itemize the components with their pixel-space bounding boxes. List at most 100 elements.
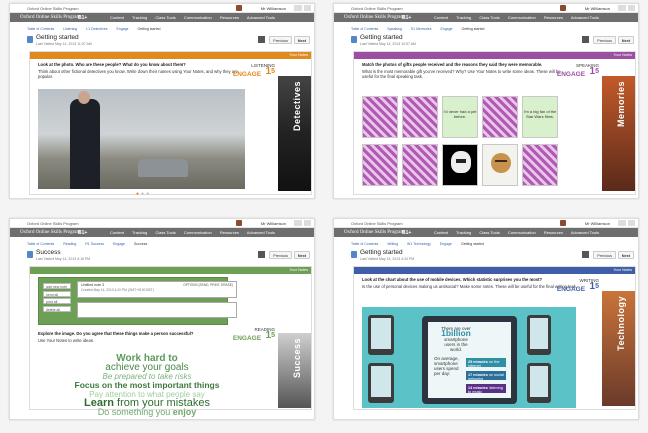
logout-icon[interactable] bbox=[628, 220, 635, 226]
your-notes-button[interactable]: Your Notes bbox=[613, 268, 632, 272]
nav-item-class-tools[interactable]: Class Tools bbox=[479, 15, 499, 20]
nav-item-communication[interactable]: Communication bbox=[508, 230, 536, 235]
nav-item-advanced-tools[interactable]: Advanced Tools bbox=[571, 15, 599, 20]
logout-icon[interactable] bbox=[304, 5, 311, 11]
memory-card[interactable] bbox=[362, 144, 398, 186]
user-name[interactable]: Mr Williamson bbox=[261, 6, 286, 11]
logout-icon[interactable] bbox=[628, 5, 635, 11]
next-button[interactable]: Next bbox=[617, 36, 634, 44]
user-name[interactable]: Mr Williamson bbox=[585, 6, 610, 11]
previous-button[interactable]: Previous bbox=[593, 251, 616, 259]
notebook-icon[interactable] bbox=[582, 251, 589, 258]
brand-name[interactable]: Oxford Online Skills Program bbox=[20, 15, 80, 20]
nav-item-resources[interactable]: Resources bbox=[544, 15, 563, 20]
note-header[interactable]: Untitled note 3 OPTIONS (SEND, PRINT, ERA… bbox=[77, 281, 237, 298]
breadcrumb-item[interactable]: R1 Success bbox=[85, 242, 104, 246]
your-notes-button[interactable]: Your Notes bbox=[289, 268, 308, 272]
breadcrumb-item[interactable]: Engage bbox=[440, 242, 452, 246]
breadcrumb-item[interactable]: Engage bbox=[116, 27, 128, 31]
next-button[interactable]: Next bbox=[293, 251, 310, 259]
breadcrumb-item[interactable]: W1 Technology bbox=[407, 242, 431, 246]
program-name[interactable]: Oxford Online Skills Program bbox=[27, 221, 79, 226]
nav-item-advanced-tools[interactable]: Advanced Tools bbox=[247, 15, 275, 20]
breadcrumb-item[interactable]: Engage bbox=[440, 27, 452, 31]
brand-name[interactable]: Oxford Online Skills Program bbox=[20, 230, 80, 235]
nav-item-advanced-tools[interactable]: Advanced Tools bbox=[571, 230, 599, 235]
nav-item-tracking[interactable]: Tracking bbox=[456, 230, 471, 235]
nav-item-content[interactable]: Content bbox=[110, 230, 124, 235]
avatar[interactable] bbox=[236, 220, 242, 226]
note-textarea[interactable] bbox=[77, 302, 237, 318]
carousel-dot[interactable]: ● bbox=[146, 191, 151, 197]
nav-item-communication[interactable]: Communication bbox=[184, 15, 212, 20]
breadcrumb-item[interactable]: Engage bbox=[113, 242, 125, 246]
level-label: B1+ bbox=[402, 230, 412, 236]
breadcrumb-item[interactable]: Listening bbox=[63, 27, 77, 31]
nav-item-class-tools[interactable]: Class Tools bbox=[155, 15, 175, 20]
previous-button[interactable]: Previous bbox=[269, 251, 292, 259]
breadcrumb-item[interactable]: Table of Contents bbox=[351, 242, 378, 246]
notebook-icon[interactable] bbox=[258, 251, 265, 258]
nav-item-advanced-tools[interactable]: Advanced Tools bbox=[247, 230, 275, 235]
breadcrumb-item[interactable]: Speaking bbox=[387, 27, 402, 31]
nav-item-tracking[interactable]: Tracking bbox=[456, 15, 471, 20]
brand-name[interactable]: Oxford Online Skills Program bbox=[344, 230, 404, 235]
nav-item-tracking[interactable]: Tracking bbox=[132, 230, 147, 235]
memory-card[interactable] bbox=[522, 144, 558, 186]
memory-card[interactable] bbox=[482, 96, 518, 138]
settings-icon[interactable] bbox=[618, 5, 626, 11]
breadcrumb-item[interactable]: Table of Contents bbox=[27, 27, 54, 31]
nav-item-resources[interactable]: Resources bbox=[544, 230, 563, 235]
previous-button[interactable]: Previous bbox=[593, 36, 616, 44]
memory-card[interactable] bbox=[482, 144, 518, 186]
avatar[interactable] bbox=[560, 220, 566, 226]
delete-all-button[interactable]: delete all bbox=[43, 305, 71, 312]
add-note-button[interactable]: add new note bbox=[43, 283, 71, 289]
notebook-icon[interactable] bbox=[258, 36, 265, 43]
nav-item-resources[interactable]: Resources bbox=[220, 230, 239, 235]
breadcrumb-item[interactable]: L1 Detectives bbox=[86, 27, 107, 31]
memory-card[interactable] bbox=[402, 144, 438, 186]
nav-item-communication[interactable]: Communication bbox=[184, 230, 212, 235]
program-name[interactable]: Oxford Online Skills Program bbox=[351, 221, 403, 226]
program-name[interactable]: Oxford Online Skills Program bbox=[27, 6, 79, 11]
breadcrumb-item[interactable]: Writing bbox=[387, 242, 398, 246]
breadcrumb-item[interactable]: Reading bbox=[63, 242, 76, 246]
memory-card[interactable] bbox=[402, 96, 438, 138]
nav-item-class-tools[interactable]: Class Tools bbox=[479, 230, 499, 235]
your-notes-button[interactable]: Your Notes bbox=[613, 53, 632, 57]
nav-item-tracking[interactable]: Tracking bbox=[132, 15, 147, 20]
brand-name[interactable]: Oxford Online Skills Program bbox=[344, 15, 404, 20]
notebook-icon[interactable] bbox=[582, 36, 589, 43]
breadcrumb-item[interactable]: Table of Contents bbox=[27, 242, 54, 246]
carousel-dots[interactable]: ●●● bbox=[136, 191, 151, 197]
memory-card[interactable]: I'm a big fan of the Star Wars films. bbox=[522, 96, 558, 138]
avatar[interactable] bbox=[236, 5, 242, 11]
settings-icon[interactable] bbox=[294, 220, 302, 226]
nav-item-communication[interactable]: Communication bbox=[508, 15, 536, 20]
settings-icon[interactable] bbox=[618, 220, 626, 226]
memory-card[interactable] bbox=[362, 96, 398, 138]
user-name[interactable]: Mr Williamson bbox=[261, 221, 286, 226]
logout-icon[interactable] bbox=[304, 220, 311, 226]
note-options[interactable]: OPTIONS (SEND, PRINT, ERASE) bbox=[183, 283, 233, 287]
nav-item-content[interactable]: Content bbox=[110, 15, 124, 20]
next-button[interactable]: Next bbox=[617, 251, 634, 259]
memory-card[interactable] bbox=[442, 144, 478, 186]
next-button[interactable]: Next bbox=[293, 36, 310, 44]
program-name[interactable]: Oxford Online Skills Program bbox=[351, 6, 403, 11]
nav-item-resources[interactable]: Resources bbox=[220, 15, 239, 20]
nav-item-content[interactable]: Content bbox=[434, 230, 448, 235]
nav-item-content[interactable]: Content bbox=[434, 15, 448, 20]
your-notes-button[interactable]: Your Notes bbox=[289, 53, 308, 57]
send-all-button[interactable]: send all bbox=[43, 290, 71, 297]
settings-icon[interactable] bbox=[294, 5, 302, 11]
breadcrumb-item[interactable]: S1 Memories bbox=[411, 27, 432, 31]
previous-button[interactable]: Previous bbox=[269, 36, 292, 44]
avatar[interactable] bbox=[560, 5, 566, 11]
nav-item-class-tools[interactable]: Class Tools bbox=[155, 230, 175, 235]
breadcrumb-item[interactable]: Table of Contents bbox=[351, 27, 378, 31]
memory-card[interactable]: I'd never had a pet before. bbox=[442, 96, 478, 138]
user-name[interactable]: Mr Williamson bbox=[585, 221, 610, 226]
print-all-button[interactable]: print all bbox=[43, 298, 71, 304]
